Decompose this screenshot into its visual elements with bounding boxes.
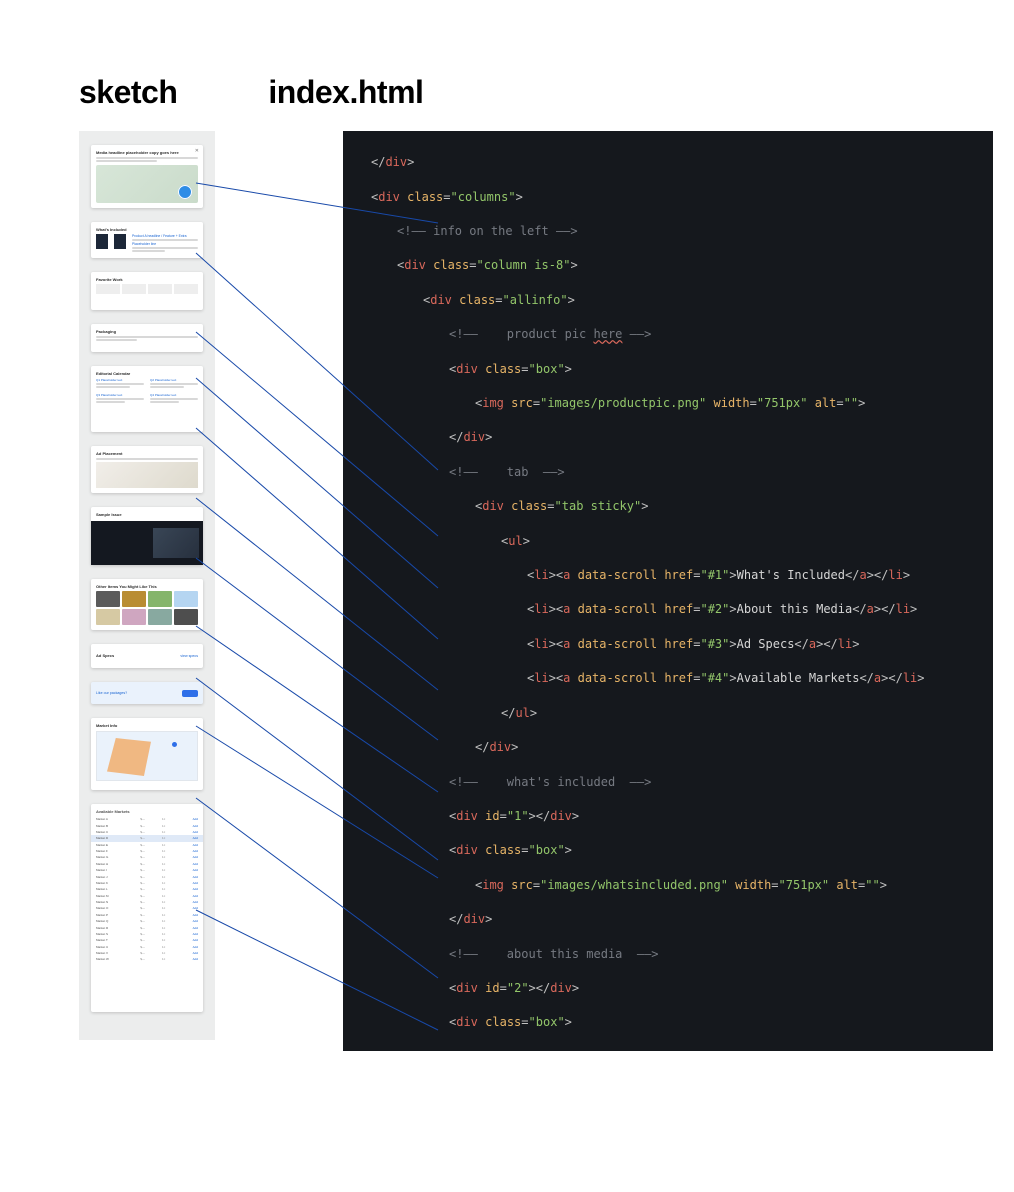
sample-page xyxy=(153,528,199,558)
column-headings: sketch index.html xyxy=(79,74,423,111)
card-title: Sample Issue xyxy=(91,507,203,519)
card-title: Editorial Calendar xyxy=(96,371,198,376)
map-pin-icon xyxy=(172,742,177,747)
card-title: Packaging xyxy=(96,329,198,334)
sketch-card-available-markets: Available Markets Market A$—1×AddMarket … xyxy=(91,804,203,1012)
sketch-card-promo: Like our packages? xyxy=(91,682,203,704)
card-title: Market Info xyxy=(96,723,198,728)
product-thumb xyxy=(96,234,108,249)
product-image-placeholder xyxy=(96,165,198,203)
card-title: Ad Specs xyxy=(96,653,114,658)
sketch-card-market-info: Market Info xyxy=(91,718,203,790)
product-thumb xyxy=(114,234,126,249)
sketch-card-packaging: Packaging xyxy=(91,324,203,352)
product-headline: Media headline placeholder copy goes her… xyxy=(96,150,198,155)
card-title: Favorite Work xyxy=(96,277,198,282)
sketch-card-whats-included: What's Included Product A headline / Fea… xyxy=(91,222,203,258)
close-icon: ✕ xyxy=(195,148,199,154)
card-title: Available Markets xyxy=(96,809,198,814)
included-subtitle: Product A headline / Feature + Extra xyxy=(132,234,198,238)
heading-indexhtml: index.html xyxy=(268,74,423,111)
card-title: Other Items You Might Like This xyxy=(96,584,198,589)
sketch-card-favorite: Favorite Work xyxy=(91,272,203,310)
sketch-card-product: ✕ Media headline placeholder copy goes h… xyxy=(91,145,203,208)
adspecs-link: view specs xyxy=(180,654,198,658)
sketch-card-other-items: Other Items You Might Like This xyxy=(91,579,203,630)
heading-sketch: sketch xyxy=(79,74,177,111)
sample-viewer-dark xyxy=(91,521,203,565)
code-editor[interactable]: </div> <div class="columns"> <!—— info o… xyxy=(343,131,993,1051)
promo-button xyxy=(182,690,198,697)
promo-text: Like our packages? xyxy=(96,691,127,695)
market-map xyxy=(96,731,198,781)
table-row: Market W$—1×Add xyxy=(96,956,198,962)
included-subtitle: Placeholder line xyxy=(132,242,198,246)
adplacement-image xyxy=(96,462,198,488)
sketch-artboard-column: ✕ Media headline placeholder copy goes h… xyxy=(79,131,215,1040)
card-title: What's Included xyxy=(96,227,198,232)
sketch-card-adplacement-group: Editorial Calendar Q1 Placeholder text Q… xyxy=(91,366,203,432)
sketch-card-sample: Sample Issue xyxy=(91,507,203,565)
card-title: Ad Placement xyxy=(96,451,198,456)
sketch-card-ad-specs: Ad Specs view specs xyxy=(91,644,203,668)
sketch-card-adplacement: Ad Placement xyxy=(91,446,203,493)
available-markets-rows: Market A$—1×AddMarket B$—1×AddMarket C$—… xyxy=(96,816,198,963)
